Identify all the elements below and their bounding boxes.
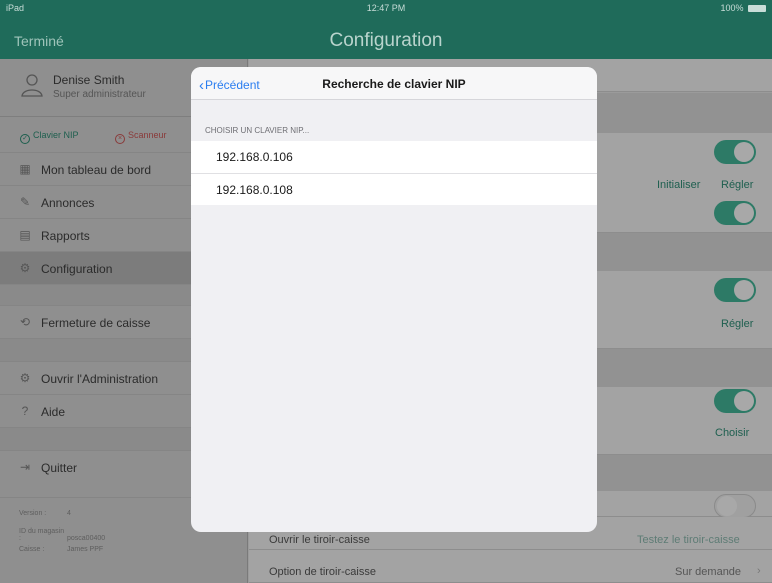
list-item[interactable]: 192.168.0.108 (191, 173, 597, 205)
gears-icon: ⚙ (19, 261, 31, 275)
sidebar-item-label: Mon tableau de bord (41, 163, 152, 177)
register-close-icon: ⟲ (19, 315, 31, 329)
test-drawer-link[interactable]: Testez le tiroir-caisse (637, 534, 740, 546)
user-avatar-icon (21, 74, 43, 97)
status-bar: iPad 12:47 PM 100% (0, 0, 772, 16)
regler-link[interactable]: Régler (721, 179, 753, 191)
store-value: posca00400 (67, 535, 106, 542)
modal-title: Recherche de clavier NIP (322, 77, 466, 91)
sidebar-item-label: Configuration (41, 262, 113, 276)
drawer-option-row[interactable]: Option de tiroir-caisse Sur demande › (249, 550, 772, 583)
sidebar-item-label: Aide (41, 405, 66, 419)
initialiser-link[interactable]: Initialiser (657, 179, 700, 191)
sidebar-item-label: Fermeture de caisse (41, 316, 151, 330)
chevron-right-icon: › (757, 565, 761, 577)
scanner-status-label: Scanneur (128, 130, 167, 140)
regler-link[interactable]: Régler (721, 318, 753, 330)
setting-toggle[interactable] (714, 201, 756, 225)
drawer-option-label: Option de tiroir-caisse (269, 566, 376, 578)
pinpad-search-modal: ‹Précédent Recherche de clavier NIP CHOI… (191, 67, 597, 532)
battery-percent: 100% (720, 3, 744, 13)
pinpad-status-label: Clavier NIP (33, 130, 79, 140)
announcement-icon: ✎ (19, 195, 31, 209)
list-item[interactable]: 192.168.0.106 (191, 141, 597, 173)
exit-icon: ⇥ (19, 460, 31, 474)
sidebar-item-label: Ouvrir l'Administration (41, 372, 158, 386)
dashboard-icon: ▦ (19, 162, 31, 176)
setting-toggle[interactable] (714, 389, 756, 413)
pinpad-status: ✓ Clavier NIP (20, 130, 79, 144)
store-row: ID du magasin : posca00400 (19, 528, 105, 542)
sidebar-item-label: Rapports (41, 229, 90, 243)
gears-icon: ⚙ (19, 371, 31, 385)
drawer-option-value: Sur demande (675, 566, 742, 578)
sidebar-item-label: Annonces (41, 196, 95, 210)
setting-toggle[interactable] (714, 140, 756, 164)
modal-header: ‹Précédent Recherche de clavier NIP (191, 67, 597, 100)
version-value: 4 (67, 510, 71, 517)
check-icon: ✓ (20, 134, 30, 144)
pinpad-list: 192.168.0.106 192.168.0.108 (191, 141, 597, 205)
choisir-link[interactable]: Choisir (715, 427, 749, 439)
sidebar-item-label: Quitter (41, 461, 78, 475)
version-label: Version : (19, 510, 47, 517)
user-role: Super administrateur (53, 89, 146, 100)
section-header: CHOISIR UN CLAVIER NIP... (205, 126, 310, 135)
store-label: ID du magasin : (19, 528, 65, 542)
top-bar: iPad 12:47 PM 100% Terminé Configuration (0, 0, 772, 59)
pinpad-address: 192.168.0.108 (216, 183, 293, 197)
register-row: Caisse : James PPF (19, 546, 103, 553)
version-row: Version : 4 (19, 510, 71, 517)
battery-icon (748, 5, 766, 13)
setting-toggle[interactable] (714, 494, 756, 518)
report-icon: ▤ (19, 228, 31, 242)
help-icon: ? (21, 404, 29, 418)
user-name: Denise Smith (53, 73, 125, 87)
battery-indicator: 100% (720, 3, 766, 13)
open-drawer-label: Ouvrir le tiroir-caisse (269, 534, 370, 546)
status-time: 12:47 PM (366, 3, 406, 13)
scanner-status: × Scanneur (115, 130, 167, 144)
register-value: James PPF (67, 546, 104, 553)
setting-toggle[interactable] (714, 278, 756, 302)
error-icon: × (115, 134, 125, 144)
register-label: Caisse : (19, 546, 45, 553)
pinpad-address: 192.168.0.106 (216, 150, 293, 164)
page-title: Configuration (329, 30, 443, 51)
